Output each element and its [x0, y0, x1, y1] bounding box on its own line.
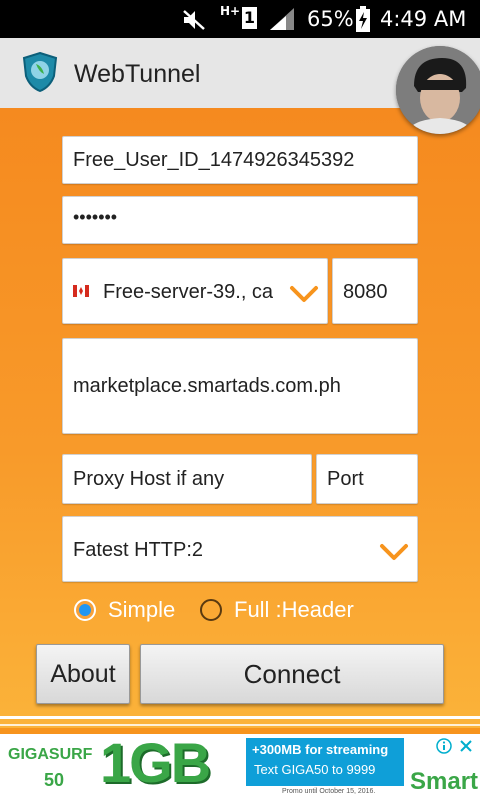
proxy-port-placeholder: Port	[327, 468, 364, 490]
mute-icon	[183, 10, 205, 30]
signal-icon	[270, 8, 294, 30]
clock: 4:49 AM	[380, 7, 467, 31]
divider	[0, 724, 480, 726]
network-type-label: H+	[220, 4, 241, 18]
radio-full-header-indicator	[200, 599, 222, 621]
server-select[interactable]: Free-server-39., ca	[62, 258, 328, 324]
webtunnel-logo-icon	[22, 52, 58, 92]
ad-banner[interactable]: GIGASURF 50 1GB +300MB for streaming Tex…	[0, 734, 480, 800]
status-bar: H+ 1 65% 4:49 AM	[0, 0, 480, 38]
radio-simple-indicator	[74, 599, 96, 621]
method-value: Fatest HTTP:2	[73, 539, 204, 561]
ad-promo-box: +300MB for streaming Text GIGA50 to 9999	[246, 738, 404, 786]
user-photo-icon	[396, 46, 480, 134]
ad-fine-print: Promo until October 15, 2016.	[282, 788, 376, 795]
ad-promo-line-1: +300MB for streaming	[252, 742, 389, 757]
ad-brand-left-number: 50	[44, 770, 65, 790]
proxy-port-field[interactable]: Port	[316, 454, 418, 504]
canada-flag-icon	[73, 285, 89, 297]
divider	[0, 716, 480, 719]
user-id-field[interactable]: Free_User_ID_1474926345392	[62, 136, 418, 184]
host-value: marketplace.smartads.com.ph	[73, 375, 341, 397]
chevron-down-icon	[380, 544, 408, 560]
ad-left-panel: GIGASURF 50	[0, 734, 104, 800]
radio-simple[interactable]: Simple	[74, 597, 184, 624]
battery-percent: 65%	[307, 7, 354, 31]
host-field[interactable]: marketplace.smartads.com.ph	[62, 338, 418, 434]
chevron-down-icon	[290, 286, 318, 302]
ad-brand-left: GIGASURF	[8, 746, 93, 763]
ad-promo-line-2: Text GIGA50 to 9999	[254, 762, 376, 777]
avatar[interactable]	[396, 46, 480, 134]
radio-full-header-label: Full :Header	[234, 597, 354, 622]
user-id-value: Free_User_ID_1474926345392	[73, 149, 355, 171]
about-button[interactable]: About	[36, 644, 130, 704]
ad-close-icon[interactable]	[458, 738, 474, 754]
sim-icon: 1	[242, 7, 257, 29]
app-title: WebTunnel	[74, 60, 201, 88]
connect-button[interactable]: Connect	[140, 644, 444, 704]
method-select[interactable]: Fatest HTTP:2	[62, 516, 418, 582]
ad-info-icon[interactable]	[436, 738, 452, 754]
proxy-host-placeholder: Proxy Host if any	[73, 468, 225, 490]
radio-full-header[interactable]: Full :Header	[200, 597, 370, 624]
password-value: •••••••	[73, 207, 118, 227]
battery-charging-icon	[356, 6, 370, 32]
password-field[interactable]: •••••••	[62, 196, 418, 244]
server-value: Free-server-39., ca	[103, 281, 274, 303]
server-port-value: 8080	[343, 281, 388, 303]
radio-simple-label: Simple	[108, 597, 176, 622]
sim-number: 1	[243, 8, 256, 27]
ad-brand-right: Smart	[410, 768, 479, 795]
ad-big-text: 1GB	[100, 734, 211, 794]
proxy-host-field[interactable]: Proxy Host if any	[62, 454, 312, 504]
server-port-field[interactable]: 8080	[332, 258, 418, 324]
